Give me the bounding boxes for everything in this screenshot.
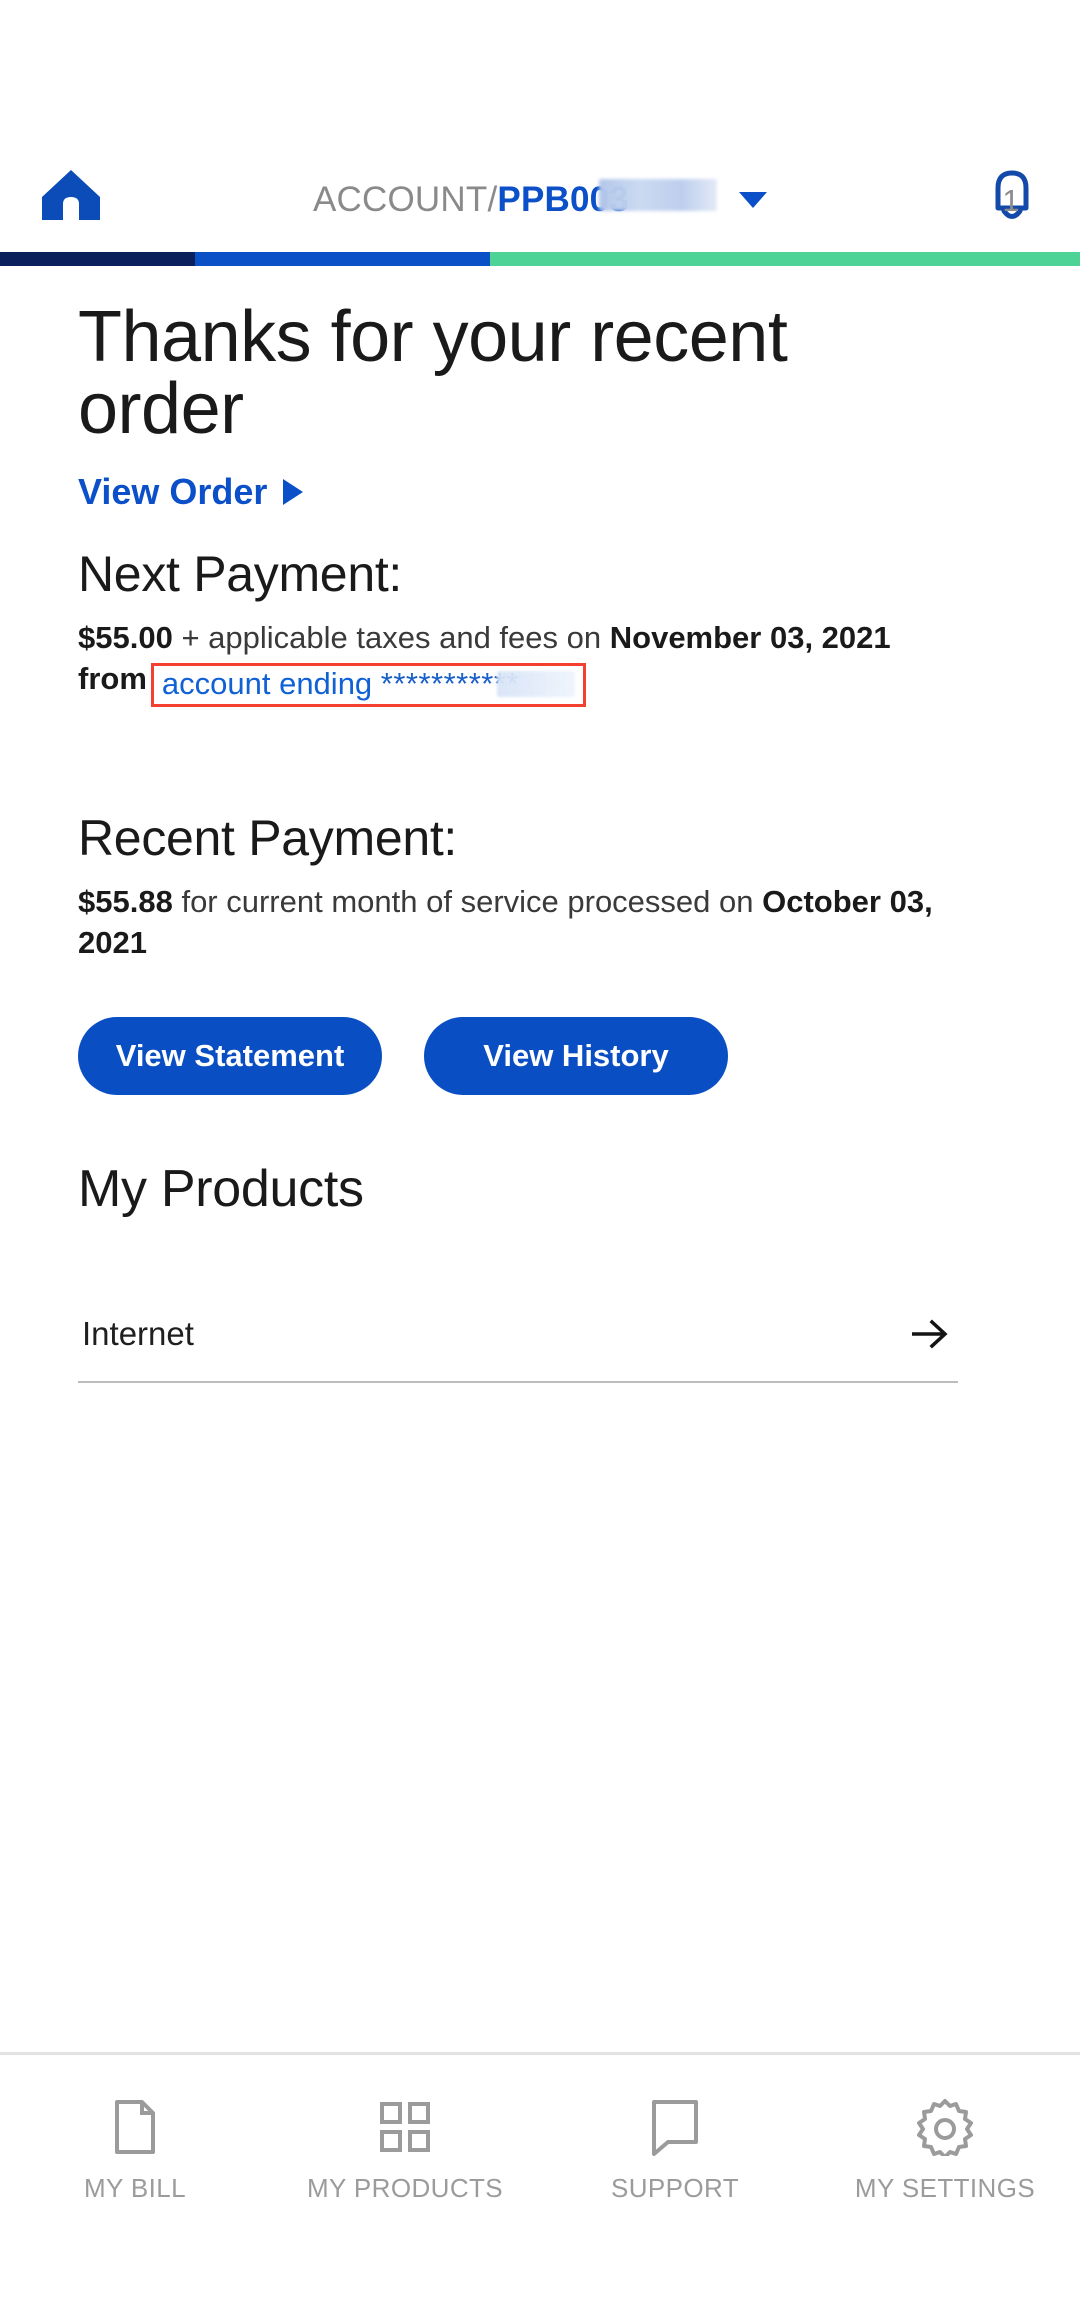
recent-payment-middle-text: for current month of service processed o… — [181, 883, 754, 919]
nav-item-support[interactable]: SUPPORT — [540, 2099, 810, 2204]
chat-bubble-icon — [648, 2099, 702, 2156]
my-products-heading: My Products — [78, 1160, 364, 1219]
notification-badge-count: 1 — [1002, 183, 1020, 218]
notifications-button[interactable]: 1 — [976, 162, 1048, 228]
account-selector[interactable]: ACCOUNT/ PPB003 — [0, 179, 1080, 220]
account-prefix: ACCOUNT/ — [313, 180, 498, 219]
page-title: Thanks for your recent order — [78, 297, 788, 449]
product-name: Internet — [82, 1315, 194, 1353]
next-payment-date: November 03, 2021 — [609, 620, 891, 655]
progress-segment-green — [490, 252, 1080, 266]
arrow-right-icon — [908, 1313, 950, 1355]
payment-actions: View Statement View History — [78, 1017, 1002, 1096]
next-payment-middle-text: + applicable taxes and fees on — [181, 620, 602, 655]
view-order-link[interactable]: View Order — [78, 471, 304, 513]
recent-payment-amount: $55.88 — [78, 883, 173, 919]
next-payment-amount: $55.00 — [78, 620, 173, 655]
next-payment-from-text: from — [78, 661, 147, 697]
view-statement-button[interactable]: View Statement — [78, 1017, 382, 1096]
recent-payment-details: $55.88 for current month of service proc… — [78, 881, 958, 963]
account-label: ACCOUNT/ PPB003 — [313, 179, 717, 220]
recent-payment-heading: Recent Payment: — [78, 809, 458, 866]
play-caret-icon — [283, 479, 304, 505]
nav-label-my-bill: MY BILL — [83, 2173, 187, 2203]
app-header: ACCOUNT/ PPB003 1 — [0, 0, 1080, 252]
nav-label-my-settings: MY SETTINGS — [854, 2173, 1036, 2203]
main-content: Thanks for your recent order View Order … — [0, 266, 1080, 1384]
product-row-internet[interactable]: Internet — [78, 1287, 958, 1384]
view-history-button[interactable]: View History — [424, 1017, 728, 1096]
bottom-navigation: MY BILL MY PRODUCTS SUPPORT MY SETTINGS — [0, 2052, 1080, 2300]
view-order-label: View Order — [78, 471, 268, 512]
progress-segment-navy — [0, 252, 195, 266]
nav-item-my-products[interactable]: MY PRODUCTS — [270, 2099, 540, 2204]
next-payment-details: $55.00 + applicable taxes and fees on No… — [78, 617, 958, 707]
chevron-down-icon[interactable] — [738, 191, 767, 208]
gear-icon — [916, 2099, 974, 2156]
nav-item-my-bill[interactable]: MY BILL — [0, 2099, 270, 2204]
nav-item-my-settings[interactable]: MY SETTINGS — [810, 2099, 1080, 2204]
account-ending-label: account ending — [161, 666, 373, 702]
nav-label-my-products: MY PRODUCTS — [306, 2173, 504, 2203]
document-icon — [109, 2099, 161, 2155]
account-number-redaction — [598, 179, 717, 211]
progress-segment-blue — [195, 252, 490, 266]
nav-label-support: SUPPORT — [610, 2173, 739, 2203]
next-payment-heading: Next Payment: — [78, 546, 403, 602]
app-screen: ACCOUNT/ PPB003 1 Thanks for your recent… — [0, 0, 1080, 2300]
account-mask-redaction — [497, 671, 576, 698]
grid-icon — [377, 2099, 433, 2155]
account-ending-link[interactable]: account ending *********** — [150, 663, 587, 707]
product-list: Internet — [78, 1287, 958, 1384]
status-progress-bar — [0, 252, 1080, 266]
